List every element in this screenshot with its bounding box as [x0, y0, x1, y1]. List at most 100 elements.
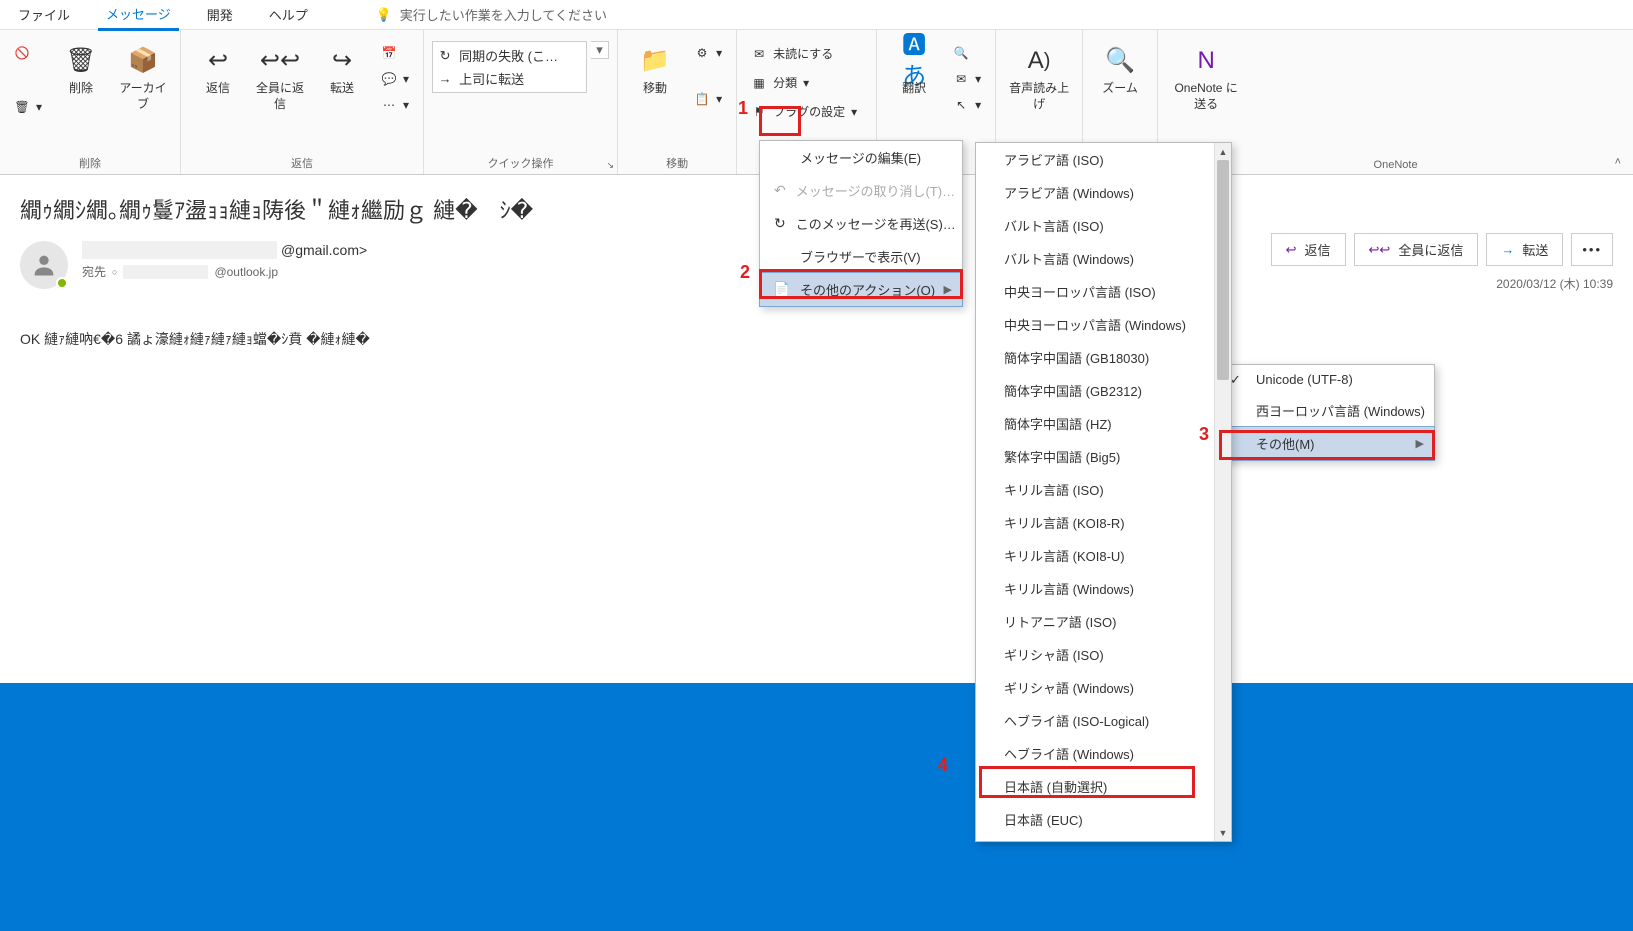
tell-me-search[interactable]: 💡 実行したい作業を入力してください: [376, 5, 607, 24]
encoding-option[interactable]: 簡体字中国語 (GB2312): [976, 374, 1214, 407]
zoom-button[interactable]: 🔍 ズーム: [1091, 41, 1149, 101]
reply-all-button[interactable]: ↩↩ 全員に返信: [251, 41, 309, 116]
tab-bar: ファイル メッセージ 開発 ヘルプ 💡 実行したい作業を入力してください: [0, 0, 1633, 30]
mark-unread-button[interactable]: ✉未読にする: [745, 41, 868, 66]
translate-button[interactable]: 🅰あ 翻訳: [885, 41, 943, 101]
encoding-list-menu: アラビア語 (ISO)アラビア語 (Windows)バルト言語 (ISO)バルト…: [975, 142, 1232, 842]
archive-icon: 📦: [127, 45, 159, 77]
encoding-option[interactable]: 簡体字中国語 (HZ): [976, 407, 1214, 440]
actions-button[interactable]: 📋▾: [688, 87, 728, 111]
encoding-option[interactable]: キリル言語 (ISO): [976, 473, 1214, 506]
scroll-thumb[interactable]: [1217, 160, 1229, 380]
menu-resend-label: このメッセージを再送(S)…: [796, 214, 956, 233]
menu-edit-label: メッセージの編集(E): [800, 148, 921, 167]
forward-action[interactable]: →転送: [1486, 233, 1563, 266]
encoding-option[interactable]: キリル言語 (Windows): [976, 572, 1214, 605]
encoding-option[interactable]: 繁体字中国語 (Big5): [976, 440, 1214, 473]
trash-icon: 🗑: [65, 45, 97, 77]
tab-file[interactable]: ファイル: [10, 0, 78, 29]
junk-button[interactable]: 🗑▾: [8, 95, 48, 119]
move-button[interactable]: 📁 移動: [626, 41, 684, 101]
ribbon-group-reply: ↩ 返信 ↩↩ 全員に返信 ↪ 転送 📅 💬▾ ⋯▾ 返信: [181, 30, 424, 174]
enc-unicode[interactable]: ✓Unicode (UTF-8): [1220, 365, 1434, 394]
callout-1-box: [759, 106, 801, 136]
im-reply-button[interactable]: 💬▾: [375, 67, 415, 91]
reply-all-action[interactable]: ↩↩全員に返信: [1354, 233, 1479, 266]
encoding-option[interactable]: アラビア語 (ISO): [976, 143, 1214, 176]
onenote-button[interactable]: N OneNote に送る: [1166, 41, 1246, 116]
quick-dialog-launcher[interactable]: ↘: [607, 160, 615, 171]
reply-group-label: 返信: [189, 152, 415, 174]
encoding-option[interactable]: バルト言語 (Windows): [976, 242, 1214, 275]
forward-mgr-icon: →: [437, 71, 453, 87]
meeting-icon: 📅: [381, 45, 397, 61]
callout-2-box: [759, 269, 963, 299]
encoding-option[interactable]: バルト言語 (ISO): [976, 209, 1214, 242]
encoding-option[interactable]: ギリシャ語 (ISO): [976, 638, 1214, 671]
callout-4-box: [979, 766, 1195, 798]
collapse-ribbon-button[interactable]: ˄: [1615, 156, 1621, 168]
more-actions-button[interactable]: •••: [1571, 233, 1613, 266]
tab-help[interactable]: ヘルプ: [261, 0, 316, 29]
speech-label: 音声読み上げ: [1008, 81, 1070, 112]
forward-button[interactable]: ↪ 転送: [313, 41, 371, 101]
quick-steps-more[interactable]: ▾: [591, 41, 609, 59]
quick-sync-label: 同期の失敗 (こ…: [459, 46, 558, 65]
delete-button[interactable]: 🗑 削除: [52, 41, 110, 101]
meeting-reply-button[interactable]: 📅: [375, 41, 415, 65]
scroll-up-button[interactable]: ▲: [1215, 143, 1231, 160]
category-icon: ▦: [751, 75, 767, 91]
encoding-option[interactable]: リトアニア語 (ISO): [976, 605, 1214, 638]
reply-action[interactable]: ↩返信: [1271, 233, 1346, 266]
forward-icon: ↪: [326, 45, 358, 77]
reply-button[interactable]: ↩ 返信: [189, 41, 247, 101]
forward-action-label: 転送: [1522, 240, 1548, 259]
reply-all-icon: ↩↩: [264, 45, 296, 77]
enc-westeu[interactable]: 西ヨーロッパ言語 (Windows): [1220, 394, 1434, 427]
menu-edit-message[interactable]: メッセージの編集(E): [760, 141, 962, 174]
more-respond-button[interactable]: ⋯▾: [375, 93, 415, 117]
onenote-group-label: OneNote: [1166, 156, 1625, 174]
select-button[interactable]: ↖▾: [947, 93, 987, 117]
callout-2-num: 2: [740, 262, 750, 283]
encoding-option[interactable]: 日本語 (EUC): [976, 803, 1214, 836]
sender-line: @gmail.com>: [82, 241, 367, 259]
find-button[interactable]: 🔍: [947, 41, 987, 65]
encoding-option[interactable]: ヘブライ語 (ISO-Logical): [976, 704, 1214, 737]
enc-unicode-label: Unicode (UTF-8): [1256, 372, 1353, 387]
tab-dev[interactable]: 開発: [199, 0, 241, 29]
message-body: OK 縺ｧ縺吶€�6 譎ょ濠縺ｫ縺ｧ縺ｧ縺ｮ蟷�ｼ賁 �縺ｫ縺�: [20, 329, 1613, 349]
encoding-option[interactable]: 中央ヨーロッパ言語 (ISO): [976, 275, 1214, 308]
menu-resend-message[interactable]: ↻このメッセージを再送(S)…: [760, 207, 962, 240]
quick-group-label: クイック操作: [432, 152, 609, 174]
encoding-option[interactable]: キリル言語 (KOI8-R): [976, 506, 1214, 539]
related-icon: ✉: [953, 71, 969, 87]
message-timestamp: 2020/03/12 (木) 10:39: [1496, 275, 1613, 292]
related-button[interactable]: ✉▾: [947, 67, 987, 91]
move-label: 移動: [643, 81, 667, 97]
quick-steps-list[interactable]: ↻同期の失敗 (こ… →上司に転送: [432, 41, 587, 93]
reply-label: 返信: [206, 81, 230, 97]
move-group-label: 移動: [626, 152, 728, 174]
encoding-option[interactable]: 中央ヨーロッパ言語 (Windows): [976, 308, 1214, 341]
onenote-icon: N: [1190, 45, 1222, 77]
encoding-scrollbar[interactable]: ▲ ▼: [1214, 143, 1231, 841]
scroll-down-button[interactable]: ▼: [1215, 824, 1231, 841]
categorize-button[interactable]: ▦分類 ▾: [745, 70, 868, 95]
tab-message[interactable]: メッセージ: [98, 0, 179, 31]
junk-icon: 🗑: [14, 99, 30, 115]
encoding-option[interactable]: キリル言語 (KOI8-U): [976, 539, 1214, 572]
presence-indicator: [56, 277, 68, 289]
ignore-icon: 🚫: [14, 45, 30, 61]
encoding-option[interactable]: ギリシャ語 (Windows): [976, 671, 1214, 704]
encoding-option[interactable]: アラビア語 (Windows): [976, 176, 1214, 209]
rules-button[interactable]: ⚙▾: [688, 41, 728, 65]
encoding-option[interactable]: 簡体字中国語 (GB18030): [976, 341, 1214, 374]
zoom-label: ズーム: [1102, 81, 1138, 97]
recipient-line: 宛先 ○ @outlook.jp: [82, 263, 367, 280]
archive-label: アーカイブ: [118, 81, 168, 112]
menu-recall-label: メッセージの取り消し(T)…: [796, 181, 955, 200]
archive-button[interactable]: 📦 アーカイブ: [114, 41, 172, 116]
ignore-button[interactable]: 🚫: [8, 41, 48, 65]
read-aloud-button[interactable]: A) 音声読み上げ: [1004, 41, 1074, 116]
